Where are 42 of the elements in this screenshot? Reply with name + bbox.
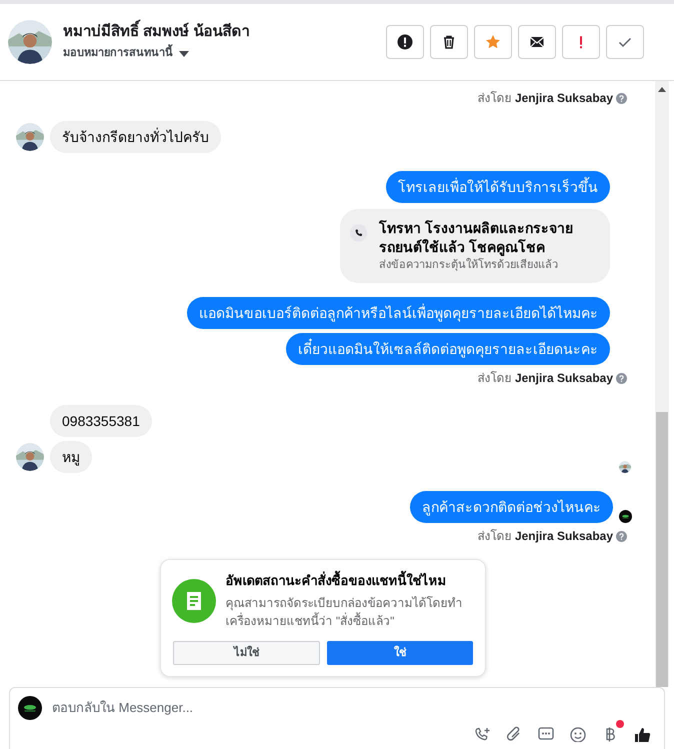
exclamation-icon [579,35,583,49]
help-icon[interactable] [616,530,627,542]
envelope-icon [529,34,545,50]
message-bubble: เดี๋ยวแอดมินให้เซลล์ติดต่อพูดคุยรายละเอียดนะคะ [286,333,610,365]
scrollbar[interactable] [655,81,669,687]
message-bubble: ลูกค้าสะดวกติดต่อช่วงไหนคะ [410,491,613,523]
sent-by-label: ส่งโดย Jenjira Suksabay [478,528,613,545]
no-button[interactable]: ไม่ใช่ [172,641,320,665]
message-bubble: หมู [50,441,92,473]
call-status: ส่งข้อความกระตุ้นให้โทรด้วยเสียงแล้ว [379,258,560,273]
message-bubble: โทรเลยเพื่อให้ได้รับบริการเร็วขึ้น [386,171,610,203]
star-icon [485,34,501,50]
delete-button[interactable] [430,25,468,59]
message-bubble: รับจ้างกรีดยางทั่วไปครับ [50,121,221,153]
message-bubble: แอดมินขอเบอร์ติดต่อลูกค้าหรือไลน์เพื่อพูดคุยรายละเอียดได้ไหมคะ [187,297,610,329]
yes-button[interactable]: ใช่ [327,641,472,665]
spam-button[interactable] [386,25,424,59]
call-title: โทรหา โรงงานผลิตและกระจายรถยนต์ใช้แล้ว โชคคูณโชค [379,219,574,257]
alert-icon [397,34,413,50]
sent-by-label: ส่งโดย Jenjira Suksabay [478,90,613,107]
sent-by-label: ส่งโดย Jenjira Suksabay [478,370,613,387]
contact-name: หมาบ่มีสิทธิ์ สมพงษ์ น้อนสีดา [63,22,386,42]
emoji-icon [569,726,587,742]
assign-dropdown[interactable]: มอบหมายการสนทนานี้ [63,45,189,62]
receipt-icon [172,579,216,623]
card-title: อัพเดตสถานะคำสั่งซื้อของแชทนี้ใช่ไหม [226,571,474,591]
caret-icon [179,50,189,56]
call-icon [473,726,491,742]
card-description: คุณสามารถจัดระเบียบกล่องข้อความได้โดยทำเครื่องหมายแชทนี้ว่า "สั่งซื้อแล้ว" [226,595,464,630]
scroll-thumb[interactable] [656,412,668,687]
trash-icon [441,34,457,50]
thumbs-up-icon [633,726,651,742]
mark-unread-button[interactable] [518,25,556,59]
reply-box[interactable]: ตอบกลับใน Messenger... [9,687,665,749]
reply-field[interactable]: ตอบกลับใน Messenger... [52,698,656,718]
help-icon[interactable] [616,92,627,104]
scroll-up-icon[interactable] [658,86,666,92]
star-button[interactable] [474,25,512,59]
help-icon[interactable] [616,372,627,384]
page-avatar [18,696,42,720]
message-bubble: 0983355381 [50,405,152,437]
chat-bubble-icon [537,726,555,742]
